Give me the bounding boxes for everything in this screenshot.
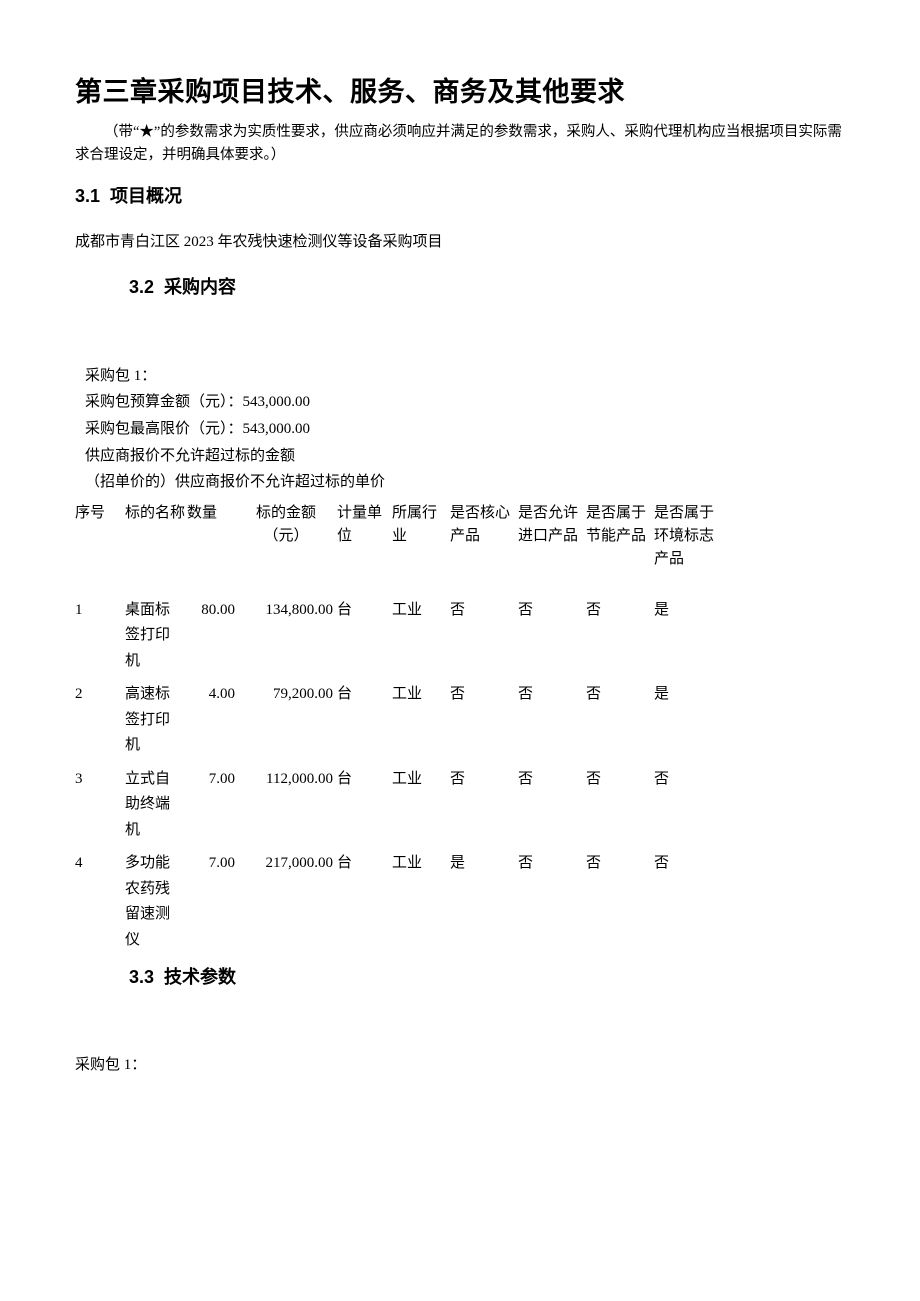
- section-3-2-heading: 3.2 采购内容: [75, 273, 845, 303]
- cell-seq: 3: [75, 767, 125, 793]
- cell-qty: 7.00: [187, 767, 239, 793]
- col-amount: 标的金额 （元）: [239, 502, 337, 549]
- cell-name: 高速标 签打印 机: [125, 682, 187, 759]
- package-label: 采购包 1：: [85, 363, 845, 390]
- cell-core: 是: [450, 851, 518, 877]
- cell-import: 否: [518, 851, 586, 877]
- chapter-title: 第三章采购项目技术、服务、商务及其他要求: [75, 70, 845, 115]
- section-title: 采购内容: [164, 277, 236, 297]
- cell-industry: 工业: [392, 598, 450, 624]
- section-title: 技术参数: [164, 967, 236, 987]
- cell-unit: 台: [337, 682, 392, 708]
- ceiling-line: 采购包最高限价（元）：543,000.00: [85, 416, 845, 443]
- col-name: 标的名称: [125, 502, 187, 525]
- section-title: 项目概况: [110, 186, 182, 206]
- col-unit: 计量单位: [337, 502, 392, 549]
- cell-env: 是: [654, 682, 722, 708]
- cell-import: 否: [518, 767, 586, 793]
- cell-amount: 79,200.00: [239, 682, 337, 708]
- rule-line-2: （招单价的）供应商报价不允许超过标的单价: [85, 469, 845, 496]
- cell-amount: 134,800.00: [239, 598, 337, 624]
- table-row: 2 高速标 签打印 机 4.00 79,200.00 台 工业 否 否 否 是: [75, 682, 845, 759]
- cell-core: 否: [450, 682, 518, 708]
- table-header-row: 序号 标的名称 数量 标的金额 （元） 计量单位 所属行业 是否核心 产品 是否…: [75, 502, 845, 572]
- col-import: 是否允许 进口产品: [518, 502, 586, 549]
- col-seq: 序号: [75, 502, 125, 525]
- cell-industry: 工业: [392, 767, 450, 793]
- section-number: 3.3: [129, 967, 154, 987]
- cell-seq: 1: [75, 598, 125, 624]
- cell-amount: 217,000.00: [239, 851, 337, 877]
- cell-core: 否: [450, 598, 518, 624]
- cell-industry: 工业: [392, 851, 450, 877]
- cell-qty: 80.00: [187, 598, 239, 624]
- cell-name: 多功能 农药残 留速测 仪: [125, 851, 187, 953]
- cell-industry: 工业: [392, 682, 450, 708]
- footer-package-label: 采购包 1：: [75, 1053, 845, 1078]
- col-env: 是否属于 环境标志 产品: [654, 502, 722, 572]
- cell-unit: 台: [337, 767, 392, 793]
- cell-env: 是: [654, 598, 722, 624]
- cell-seq: 2: [75, 682, 125, 708]
- project-overview: 成都市青白江区 2023 年农残快速检测仪等设备采购项目: [75, 230, 845, 255]
- cell-energy: 否: [586, 598, 654, 624]
- cell-energy: 否: [586, 682, 654, 708]
- cell-name: 桌面标 签打印 机: [125, 598, 187, 675]
- cell-name: 立式自 助终端 机: [125, 767, 187, 844]
- cell-unit: 台: [337, 851, 392, 877]
- intro-note: （带“★”的参数需求为实质性要求，供应商必须响应并满足的参数需求，采购人、采购代…: [75, 121, 845, 169]
- table-row: 3 立式自 助终端 机 7.00 112,000.00 台 工业 否 否 否 否: [75, 767, 845, 844]
- procurement-table: 序号 标的名称 数量 标的金额 （元） 计量单位 所属行业 是否核心 产品 是否…: [75, 502, 845, 953]
- col-core: 是否核心 产品: [450, 502, 518, 549]
- section-number: 3.1: [75, 186, 100, 206]
- cell-import: 否: [518, 598, 586, 624]
- cell-amount: 112,000.00: [239, 767, 337, 793]
- budget-line: 采购包预算金额（元）：543,000.00: [85, 389, 845, 416]
- package-info-block: 采购包 1： 采购包预算金额（元）：543,000.00 采购包最高限价（元）：…: [75, 363, 845, 496]
- col-industry: 所属行业: [392, 502, 450, 549]
- col-qty: 数量: [187, 502, 239, 525]
- cell-import: 否: [518, 682, 586, 708]
- cell-energy: 否: [586, 767, 654, 793]
- cell-unit: 台: [337, 598, 392, 624]
- cell-energy: 否: [586, 851, 654, 877]
- cell-env: 否: [654, 767, 722, 793]
- table-row: 4 多功能 农药残 留速测 仪 7.00 217,000.00 台 工业 是 否…: [75, 851, 845, 953]
- col-energy: 是否属于 节能产品: [586, 502, 654, 549]
- section-3-1-heading: 3.1 项目概况: [75, 182, 845, 212]
- cell-qty: 4.00: [187, 682, 239, 708]
- cell-qty: 7.00: [187, 851, 239, 877]
- cell-env: 否: [654, 851, 722, 877]
- section-number: 3.2: [129, 277, 154, 297]
- table-row: 1 桌面标 签打印 机 80.00 134,800.00 台 工业 否 否 否 …: [75, 598, 845, 675]
- rule-line-1: 供应商报价不允许超过标的金额: [85, 443, 845, 470]
- cell-seq: 4: [75, 851, 125, 877]
- section-3-3-heading: 3.3 技术参数: [75, 963, 845, 993]
- cell-core: 否: [450, 767, 518, 793]
